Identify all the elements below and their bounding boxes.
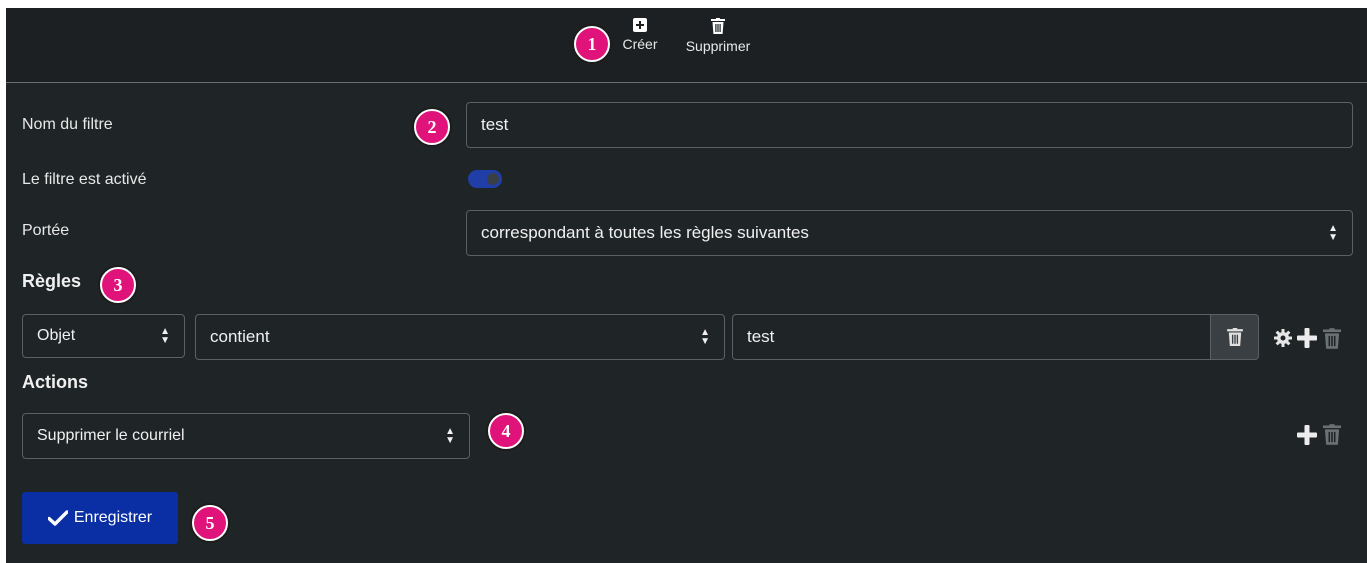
save-button[interactable]: Enregistrer — [22, 492, 178, 544]
filter-name-input[interactable]: test — [466, 102, 1353, 148]
callout-badge-4: 4 — [488, 413, 524, 449]
delete-label: Supprimer — [685, 38, 751, 54]
callout-badge-1: 1 — [574, 26, 610, 62]
filter-name-value: test — [481, 115, 509, 134]
callout-badge-3: 3 — [100, 267, 136, 303]
checkmark-icon — [47, 510, 68, 526]
save-label: Enregistrer — [73, 509, 153, 526]
delete-rule-trash-icon[interactable] — [1323, 328, 1341, 349]
clear-rule-value-button[interactable] — [1211, 314, 1259, 360]
delete-action-trash-icon[interactable] — [1323, 424, 1341, 445]
select-arrows-icon: ▲ ▼ — [1328, 223, 1338, 243]
scope-value: correspondant à toutes les règles suivan… — [481, 223, 809, 242]
rule-operator-value: contient — [210, 327, 270, 346]
rule-value-input[interactable]: test — [732, 314, 1211, 360]
create-button[interactable]: Créer — [618, 18, 662, 52]
filter-name-label: Nom du filtre — [22, 116, 113, 133]
callout-badge-2: 2 — [414, 109, 450, 145]
actions-heading: Actions — [22, 372, 89, 392]
trash-icon — [711, 18, 725, 34]
toggle-knob — [487, 173, 499, 185]
filter-active-label: Le filtre est activé — [22, 171, 147, 188]
scope-select[interactable]: correspondant à toutes les règles suivan… — [466, 210, 1353, 256]
select-arrows-icon: ▲ ▼ — [700, 327, 710, 347]
filter-editor-panel: Créer Supprimer Nom du filtre test Le fi… — [6, 8, 1367, 563]
action-select[interactable]: Supprimer le courriel ▲ ▼ — [22, 413, 470, 459]
delete-filter-button[interactable]: Supprimer — [678, 18, 758, 54]
action-value: Supprimer le courriel — [37, 427, 185, 444]
filter-active-toggle[interactable] — [468, 170, 502, 188]
select-arrows-icon: ▲ ▼ — [445, 426, 455, 446]
plus-square-icon — [633, 18, 647, 32]
rule-field-value: Objet — [37, 327, 76, 344]
rule-value-text: test — [747, 327, 775, 346]
scope-label: Portée — [22, 222, 70, 239]
create-label: Créer — [622, 36, 658, 52]
toolbar: Créer Supprimer — [6, 8, 1367, 83]
rule-field-select[interactable]: Objet ▲ ▼ — [22, 314, 185, 358]
add-rule-plus-icon[interactable] — [1297, 328, 1317, 348]
trash-icon — [1226, 328, 1243, 346]
select-arrows-icon: ▲ ▼ — [160, 326, 170, 346]
rule-operator-select[interactable]: contient ▲ ▼ — [195, 314, 725, 360]
add-action-plus-icon[interactable] — [1297, 425, 1317, 445]
rules-heading: Règles — [22, 271, 82, 291]
callout-badge-5: 5 — [192, 505, 228, 541]
gear-icon[interactable] — [1274, 329, 1292, 347]
